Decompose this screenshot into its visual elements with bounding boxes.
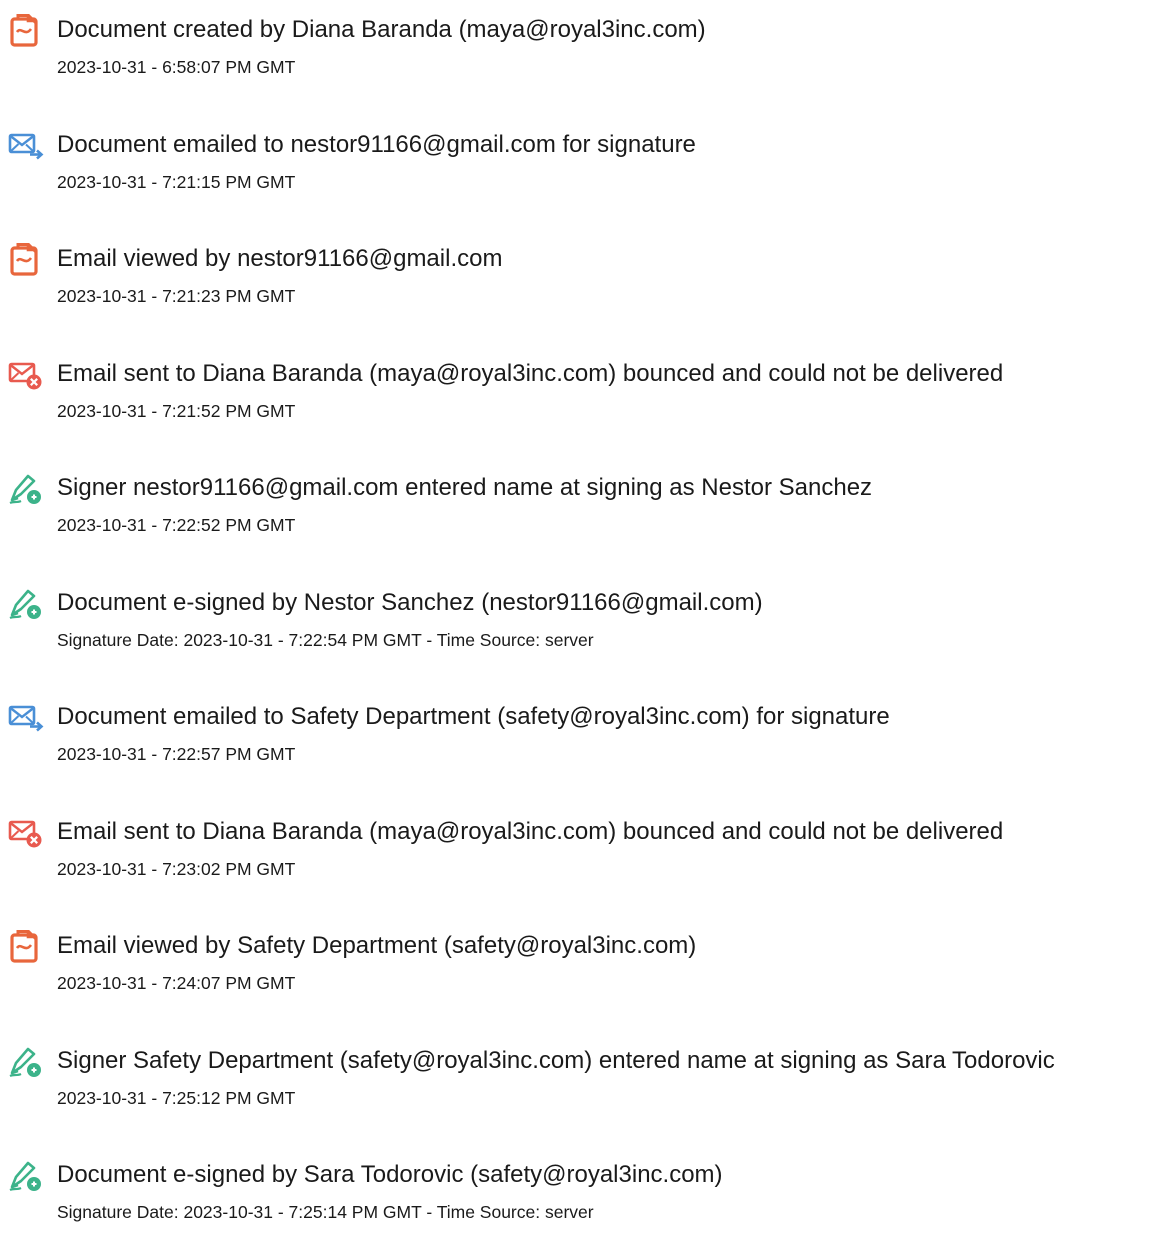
event-timestamp: 2023-10-31 - 7:25:12 PM GMT <box>57 1088 296 1108</box>
document-viewed-icon <box>8 928 46 966</box>
email-bounced-icon <box>8 356 46 394</box>
email-sent-icon <box>8 127 46 165</box>
audit-event: Document emailed to Safety Department (s… <box>0 687 1171 787</box>
event-timestamp: Signature Date: 2023-10-31 - 7:25:14 PM … <box>57 1202 594 1222</box>
event-title: Email sent to Diana Baranda (maya@royal3… <box>57 818 1004 845</box>
document-viewed-icon <box>8 241 46 279</box>
event-title: Document e-signed by Sara Todorovic (saf… <box>57 1161 723 1188</box>
event-timestamp: 2023-10-31 - 7:21:52 PM GMT <box>57 401 296 421</box>
email-sent-icon <box>8 699 46 737</box>
event-timestamp: 2023-10-31 - 7:23:02 PM GMT <box>57 859 296 879</box>
event-title: Document e-signed by Nestor Sanchez (nes… <box>57 589 763 616</box>
event-timestamp: 2023-10-31 - 6:58:07 PM GMT <box>57 57 296 77</box>
audit-event: Signer Safety Department (safety@royal3i… <box>0 1031 1171 1131</box>
event-title: Signer nestor91166@gmail.com entered nam… <box>57 474 873 501</box>
event-title: Document emailed to nestor91166@gmail.co… <box>57 131 696 158</box>
audit-event: Email sent to Diana Baranda (maya@royal3… <box>0 802 1171 902</box>
event-title: Email viewed by Safety Department (safet… <box>57 932 697 959</box>
audit-event: Document emailed to nestor91166@gmail.co… <box>0 115 1171 215</box>
e-sign-pen-icon <box>8 585 46 623</box>
event-timestamp: 2023-10-31 - 7:22:52 PM GMT <box>57 515 296 535</box>
audit-event: Document created by Diana Baranda (maya@… <box>0 0 1171 100</box>
event-title: Email viewed by nestor91166@gmail.com <box>57 245 503 272</box>
event-title: Signer Safety Department (safety@royal3i… <box>57 1047 1055 1074</box>
event-title: Document emailed to Safety Department (s… <box>57 703 890 730</box>
event-timestamp: 2023-10-31 - 7:22:57 PM GMT <box>57 744 296 764</box>
audit-event: Signer nestor91166@gmail.com entered nam… <box>0 458 1171 558</box>
e-sign-pen-icon <box>8 470 46 508</box>
audit-event: Email sent to Diana Baranda (maya@royal3… <box>0 344 1171 444</box>
event-title: Document created by Diana Baranda (maya@… <box>57 16 706 43</box>
e-sign-pen-icon <box>8 1157 46 1195</box>
audit-event: Document e-signed by Nestor Sanchez (nes… <box>0 573 1171 673</box>
audit-event: Email viewed by Safety Department (safet… <box>0 916 1171 1016</box>
document-created-icon <box>8 12 46 50</box>
audit-event: Document e-signed by Sara Todorovic (saf… <box>0 1145 1171 1245</box>
email-bounced-icon <box>8 814 46 852</box>
event-timestamp: 2023-10-31 - 7:24:07 PM GMT <box>57 973 296 993</box>
event-timestamp: Signature Date: 2023-10-31 - 7:22:54 PM … <box>57 630 594 650</box>
event-timestamp: 2023-10-31 - 7:21:15 PM GMT <box>57 172 296 192</box>
e-sign-pen-icon <box>8 1043 46 1081</box>
event-title: Email sent to Diana Baranda (maya@royal3… <box>57 360 1004 387</box>
audit-event: Email viewed by nestor91166@gmail.com 20… <box>0 229 1171 329</box>
event-timestamp: 2023-10-31 - 7:21:23 PM GMT <box>57 286 296 306</box>
